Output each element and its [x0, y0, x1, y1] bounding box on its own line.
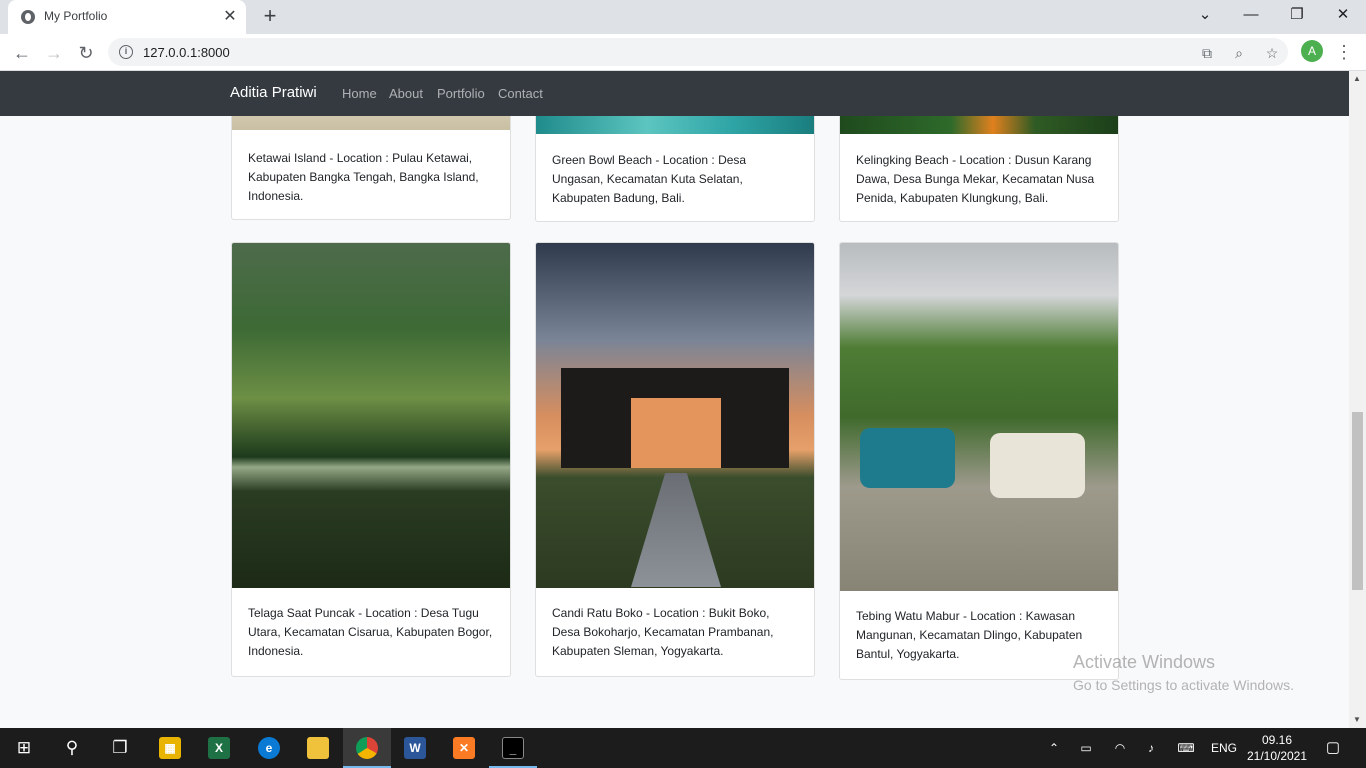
portfolio-card: Tebing Watu Mabur - Location : Kawasan M… — [839, 242, 1119, 680]
store-app[interactable]: ▦ — [146, 728, 194, 768]
portfolio-card: Telaga Saat Puncak - Location : Desa Tug… — [231, 242, 511, 677]
globe-icon — [21, 10, 35, 24]
restore-button[interactable]: ❐ — [1274, 0, 1320, 30]
van-shape — [990, 433, 1085, 498]
translate-icon[interactable]: ⧉ — [1198, 44, 1216, 62]
card-image-ratu-boko — [536, 243, 814, 588]
card-text: Telaga Saat Puncak - Location : Desa Tug… — [248, 606, 493, 658]
nav-link-home[interactable]: Home — [342, 86, 377, 101]
card-text: Kelingking Beach - Location : Dusun Kara… — [856, 153, 1095, 205]
language-indicator[interactable]: ENG — [1208, 728, 1240, 768]
address-bar[interactable]: i 127.0.0.1:8000 ⧉ ⌕ ☆ — [108, 38, 1288, 66]
site-info-icon[interactable]: i — [119, 45, 133, 59]
browser-toolbar: ← → ↻ i 127.0.0.1:8000 ⧉ ⌕ ☆ A ⋮ — [0, 34, 1366, 71]
nav-link-portfolio[interactable]: Portfolio — [437, 86, 485, 101]
word-icon: W — [404, 737, 426, 759]
bookmark-star-icon[interactable]: ☆ — [1263, 44, 1281, 62]
card-text: Tebing Watu Mabur - Location : Kawasan M… — [856, 609, 1083, 661]
nav-link-contact[interactable]: Contact — [498, 86, 543, 101]
card-image-watu-mabur — [840, 243, 1118, 591]
activation-watermark-title: Activate Windows — [1073, 652, 1216, 672]
navbar-brand[interactable]: Aditia Pratiwi — [230, 84, 317, 101]
windows-taskbar: ⊞ ⚲ ❐ ▦ X e W ✕ _ ⌃ ▭ ◠ ♪ ⌨ ENG 09.16 21… — [0, 728, 1366, 768]
excel-app[interactable]: X — [195, 728, 243, 768]
scroll-down-icon[interactable]: ▼ — [1353, 715, 1362, 724]
edge-icon: e — [258, 737, 280, 759]
terminal-app[interactable]: _ — [489, 728, 537, 768]
clock-date: 21/10/2021 — [1246, 749, 1308, 763]
tab-title: My Portfolio — [44, 9, 108, 23]
page-scrollbar[interactable]: ▲ ▼ — [1349, 71, 1366, 728]
activation-watermark-text: Go to Settings to activate Windows. — [1073, 677, 1294, 693]
scroll-up-icon[interactable]: ▲ — [1353, 74, 1362, 83]
clock-time: 09.16 — [1261, 733, 1293, 747]
tab-close-icon[interactable]: ✕ — [220, 7, 240, 27]
search-icon[interactable]: ⚲ — [48, 728, 96, 768]
url-text: 127.0.0.1:8000 — [143, 45, 230, 60]
xampp-app[interactable]: ✕ — [440, 728, 488, 768]
excel-icon: X — [208, 737, 230, 759]
battery-icon[interactable]: ▭ — [1075, 728, 1097, 768]
site-navbar: Aditia Pratiwi Home About Portfolio Cont… — [0, 71, 1349, 116]
task-view-icon[interactable]: ❐ — [96, 728, 144, 768]
chrome-app[interactable] — [343, 728, 391, 768]
scrollbar-thumb[interactable] — [1352, 412, 1363, 590]
gate-shape — [561, 368, 789, 468]
zoom-icon[interactable]: ⌕ — [1230, 44, 1248, 62]
forward-icon[interactable]: → — [41, 40, 67, 66]
browser-tab[interactable]: My Portfolio ✕ — [8, 0, 246, 34]
chrome-menu-icon[interactable]: ⋮ — [1335, 40, 1353, 64]
card-text: Green Bowl Beach - Location : Desa Ungas… — [552, 153, 747, 205]
van-shape — [860, 428, 955, 488]
reload-icon[interactable]: ↻ — [73, 40, 99, 66]
xampp-icon: ✕ — [453, 737, 475, 759]
tray-overflow-icon[interactable]: ⌃ — [1043, 728, 1065, 768]
back-icon[interactable]: ← — [9, 40, 35, 66]
page-viewport: Aditia Pratiwi Home About Portfolio Cont… — [0, 71, 1349, 728]
terminal-icon: _ — [502, 737, 524, 759]
minimize-button[interactable]: — — [1228, 0, 1274, 30]
card-image-telaga — [232, 243, 510, 588]
portfolio-card: Candi Ratu Boko - Location : Bukit Boko,… — [535, 242, 815, 677]
new-tab-button[interactable]: + — [258, 5, 282, 29]
taskbar-clock[interactable]: 09.16 21/10/2021 — [1246, 732, 1308, 764]
edge-app[interactable]: e — [245, 728, 293, 768]
store-icon: ▦ — [159, 737, 181, 759]
profile-avatar[interactable]: A — [1301, 40, 1323, 62]
windows-start-icon[interactable]: ⊞ — [0, 728, 48, 768]
tab-strip: My Portfolio ✕ + ⌄ — ❐ ✕ — [0, 0, 1366, 34]
close-window-button[interactable]: ✕ — [1320, 0, 1366, 30]
folder-icon — [307, 737, 329, 759]
card-text: Ketawai Island - Location : Pulau Ketawa… — [248, 151, 479, 203]
nav-link-about[interactable]: About — [389, 86, 423, 101]
chrome-icon — [356, 737, 378, 759]
path-shape — [631, 473, 721, 587]
wifi-icon[interactable]: ◠ — [1109, 728, 1131, 768]
word-app[interactable]: W — [391, 728, 439, 768]
file-explorer-app[interactable] — [294, 728, 342, 768]
volume-icon[interactable]: ♪ — [1140, 728, 1162, 768]
notification-icon[interactable]: ▢ — [1320, 728, 1346, 768]
keyboard-icon[interactable]: ⌨ — [1173, 728, 1199, 768]
tab-search-icon[interactable]: ⌄ — [1182, 0, 1228, 30]
card-text: Candi Ratu Boko - Location : Bukit Boko,… — [552, 606, 774, 658]
